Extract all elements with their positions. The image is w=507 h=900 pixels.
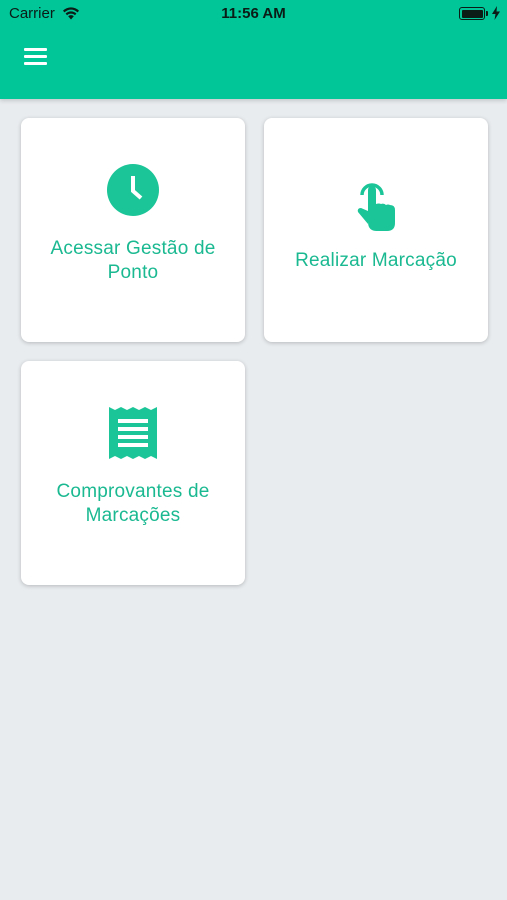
- status-time: 11:56 AM: [221, 5, 286, 22]
- battery-level: [461, 9, 483, 18]
- battery-tip: [486, 11, 488, 16]
- card-comprovantes-de-marcacoes[interactable]: Comprovantes de Marcações: [21, 361, 245, 585]
- card-label-line: Ponto: [107, 262, 159, 283]
- clock-icon: [107, 164, 159, 216]
- card-label: Realizar Marcação: [295, 250, 457, 271]
- status-bar: Carrier 11:56 AM: [0, 0, 507, 28]
- hamburger-menu-icon[interactable]: [24, 48, 47, 66]
- card-label: Acessar Gestão de Ponto: [31, 237, 235, 285]
- card-label: Comprovantes de Marcações: [31, 480, 235, 528]
- receipt-icon: [109, 407, 157, 459]
- battery-icon: [459, 7, 485, 20]
- app-header: Carrier 11:56 AM: [0, 0, 507, 99]
- touch-hand-icon: [357, 183, 395, 231]
- card-label-line: Comprovantes de: [56, 481, 210, 502]
- card-label-line: Acessar Gestão de: [50, 238, 216, 259]
- card-acessar-gestao-de-ponto[interactable]: Acessar Gestão de Ponto: [21, 118, 245, 342]
- card-label-line: Marcações: [85, 505, 181, 526]
- charging-bolt-icon: [492, 6, 500, 20]
- card-realizar-marcacao[interactable]: Realizar Marcação: [264, 118, 488, 342]
